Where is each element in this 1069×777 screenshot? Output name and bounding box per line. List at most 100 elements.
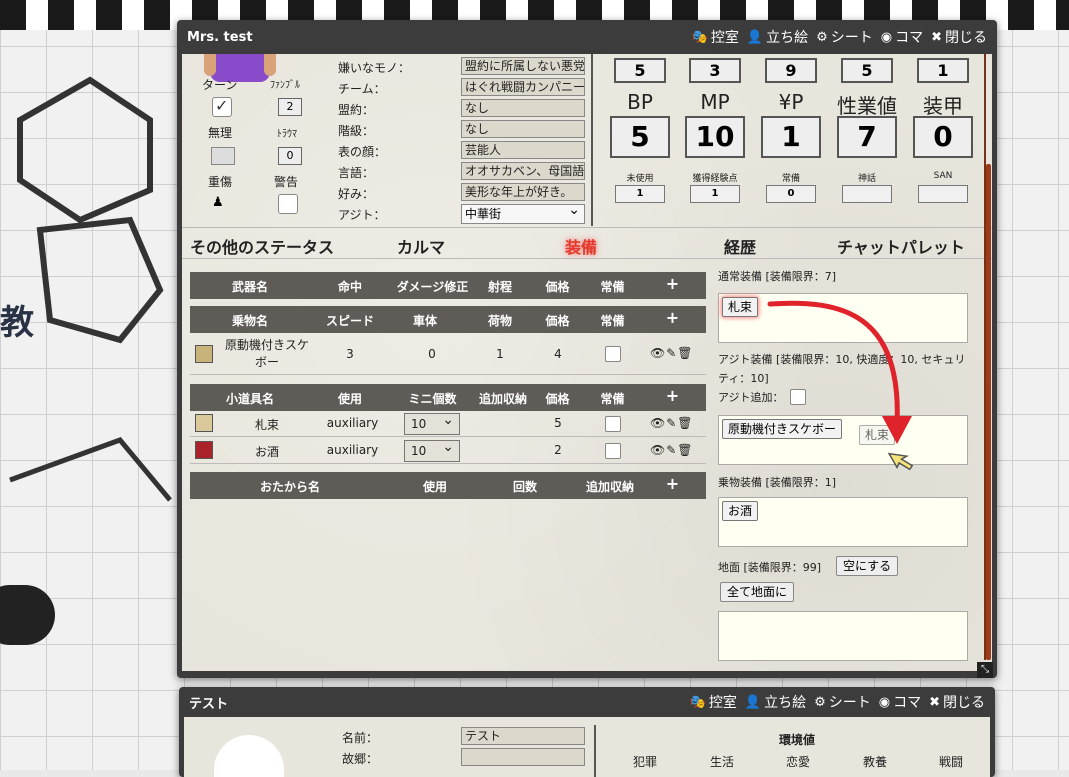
add-item-button[interactable]: + — [660, 386, 685, 405]
profile-label: 表の顔： — [338, 145, 387, 159]
close-icon: ✖ — [931, 29, 942, 45]
stat-label-mp: MP — [700, 90, 730, 114]
agito-select[interactable]: 中華街 — [461, 201, 585, 224]
row-actions[interactable]: 👁✎🗑 — [650, 443, 694, 457]
hand-cursor-icon — [888, 452, 914, 471]
equip-chip[interactable]: お酒 — [722, 501, 759, 521]
stat-bp-value[interactable]: 5 — [610, 116, 670, 158]
warning-label: 警告 — [274, 175, 299, 189]
window-title: テスト — [189, 696, 229, 712]
warning-checkbox[interactable] — [278, 194, 298, 214]
profile-label: 階級： — [338, 124, 375, 138]
tab-equipment[interactable]: 装備 — [565, 234, 597, 258]
all-to-ground-button[interactable]: 全て地面に — [720, 582, 795, 602]
user-circle-icon: ◉ — [878, 694, 891, 710]
name-field[interactable]: テスト — [461, 727, 585, 745]
turn-label: ターン — [202, 78, 238, 92]
stat-small[interactable]: 9 — [765, 58, 817, 83]
tab-chat-palette[interactable]: チャットパレット — [837, 234, 965, 258]
sheet-button[interactable]: ⚙ シート — [814, 692, 871, 712]
close-button[interactable]: ✖ 閉じる — [931, 27, 987, 47]
add-vehicle-button[interactable]: + — [660, 308, 685, 327]
item-thumbnail — [195, 345, 213, 363]
user-icon: 👤 — [744, 694, 762, 710]
close-button[interactable]: ✖ 閉じる — [929, 692, 985, 712]
san-field[interactable] — [918, 185, 968, 203]
dislikes-field[interactable]: 盟約に所属しない悪党 — [461, 57, 585, 75]
pact-field[interactable]: なし — [461, 99, 585, 117]
unused-exp-field[interactable]: 1 — [615, 185, 665, 203]
waiting-room-button[interactable]: 🎭 控室 — [692, 27, 739, 47]
myth-field[interactable] — [842, 185, 892, 203]
tab-other-status[interactable]: その他のステータス — [190, 234, 334, 258]
invalid-label: 無理 — [208, 126, 233, 140]
home-field[interactable] — [461, 748, 585, 766]
standby-field[interactable]: 0 — [766, 185, 816, 203]
preference-field[interactable]: 美形な年上が好き。 — [461, 183, 585, 201]
window-titlebar[interactable]: Mrs. test 🎭 控室 👤 立ち絵 ⚙ シート ◉ コマ ✖ 閉じる — [177, 20, 997, 54]
standby-checkbox[interactable] — [605, 416, 621, 432]
env-col: 恋愛 — [786, 755, 811, 769]
treasure-header: おたから名 使用 回数 追加収納 + — [190, 472, 706, 499]
resize-handle[interactable]: ⤡ — [977, 662, 993, 678]
stat-small[interactable]: 3 — [689, 58, 741, 83]
stat-label-karma: 性業値 — [837, 94, 897, 118]
name-label: 名前： — [342, 731, 379, 745]
profile-label: 嫌いなモノ： — [338, 61, 411, 75]
standing-image-button[interactable]: 👤 立ち絵 — [745, 692, 806, 712]
user-icon: 👤 — [746, 29, 764, 45]
vehicle-equip-dropzone[interactable]: お酒 — [718, 497, 968, 547]
row-actions[interactable]: 👁✎🗑 — [650, 346, 694, 360]
stat-small[interactable]: 5 — [614, 58, 666, 83]
mini-stat-label: SAN — [933, 171, 953, 181]
env-label: 環境値 — [779, 733, 816, 747]
mask-icon: 🎭 — [691, 29, 708, 45]
sheet-content: ターン ﾌｧﾝﾌﾞﾙ 2 無理 ﾄﾗｳﾏ 0 重傷 警告 ♟ 嫌いなモノ： 盟約… — [182, 54, 992, 671]
tab-history[interactable]: 経歴 — [724, 234, 756, 258]
scrollbar[interactable] — [986, 164, 991, 660]
window-titlebar[interactable]: テスト 🎭 控室 👤 立ち絵 ⚙ シート ◉ コマ ✖ 閉じる — [179, 687, 995, 717]
quantity-select[interactable]: 10 — [404, 437, 460, 462]
vertical-divider — [591, 54, 593, 226]
stat-label-yp: ¥P — [778, 90, 804, 114]
stat-small[interactable]: 5 — [841, 58, 893, 83]
language-field[interactable]: オオサカベン、母国語 — [461, 162, 585, 180]
tab-divider — [182, 258, 992, 259]
team-field[interactable]: はぐれ戦闘カンパニー — [461, 78, 585, 96]
standing-image-button[interactable]: 👤 立ち絵 — [747, 27, 808, 47]
rank-field[interactable]: なし — [461, 120, 585, 138]
row-actions[interactable]: 👁✎🗑 — [650, 416, 694, 430]
user-circle-icon: ◉ — [880, 29, 893, 45]
stat-karma-value[interactable]: 7 — [837, 116, 897, 158]
standby-checkbox[interactable] — [605, 346, 621, 362]
add-weapon-button[interactable]: + — [660, 274, 685, 293]
fumble-label: ﾌｧﾝﾌﾞﾙ — [270, 80, 300, 91]
table-row: 札束 auxiliary 10 5 👁✎🗑 — [190, 410, 706, 437]
items-header: 小道具名 使用 ミニ個数 追加収納 価格 常備 + — [190, 384, 706, 411]
stat-armor-value[interactable]: 0 — [913, 116, 973, 158]
gained-exp-field[interactable]: 1 — [690, 185, 740, 203]
stat-mp-value[interactable]: 10 — [685, 116, 745, 158]
equip-chip[interactable]: 札束 — [722, 297, 759, 317]
invalid-field[interactable] — [211, 147, 235, 165]
mini-stat-label: 常備 — [781, 174, 800, 184]
empty-button[interactable]: 空にする — [836, 556, 899, 576]
add-treasure-button[interactable]: + — [660, 474, 685, 493]
trauma-field[interactable]: 0 — [278, 147, 302, 165]
sheet-button[interactable]: ⚙ シート — [816, 27, 873, 47]
standby-checkbox[interactable] — [605, 443, 621, 459]
waiting-room-button[interactable]: 🎭 控室 — [690, 692, 737, 712]
stat-yp-value[interactable]: 1 — [761, 116, 821, 158]
fumble-field[interactable]: 2 — [278, 98, 302, 116]
ground-dropzone[interactable] — [718, 611, 968, 661]
stat-small[interactable]: 1 — [917, 58, 969, 83]
quantity-select[interactable]: 10 — [404, 410, 460, 435]
piece-button[interactable]: ◉ コマ — [879, 692, 921, 712]
tab-karma[interactable]: カルマ — [397, 234, 445, 258]
turn-checkbox[interactable] — [212, 96, 232, 117]
public-face-field[interactable]: 芸能人 — [461, 141, 585, 159]
profile-label: 言語： — [338, 166, 375, 180]
vehicle-equip-label: 乗物装備 [装備限界：1] — [718, 476, 837, 489]
table-row: 原動機付きスケボー 3 0 1 4 👁✎🗑 — [190, 335, 706, 375]
piece-button[interactable]: ◉ コマ — [881, 27, 923, 47]
